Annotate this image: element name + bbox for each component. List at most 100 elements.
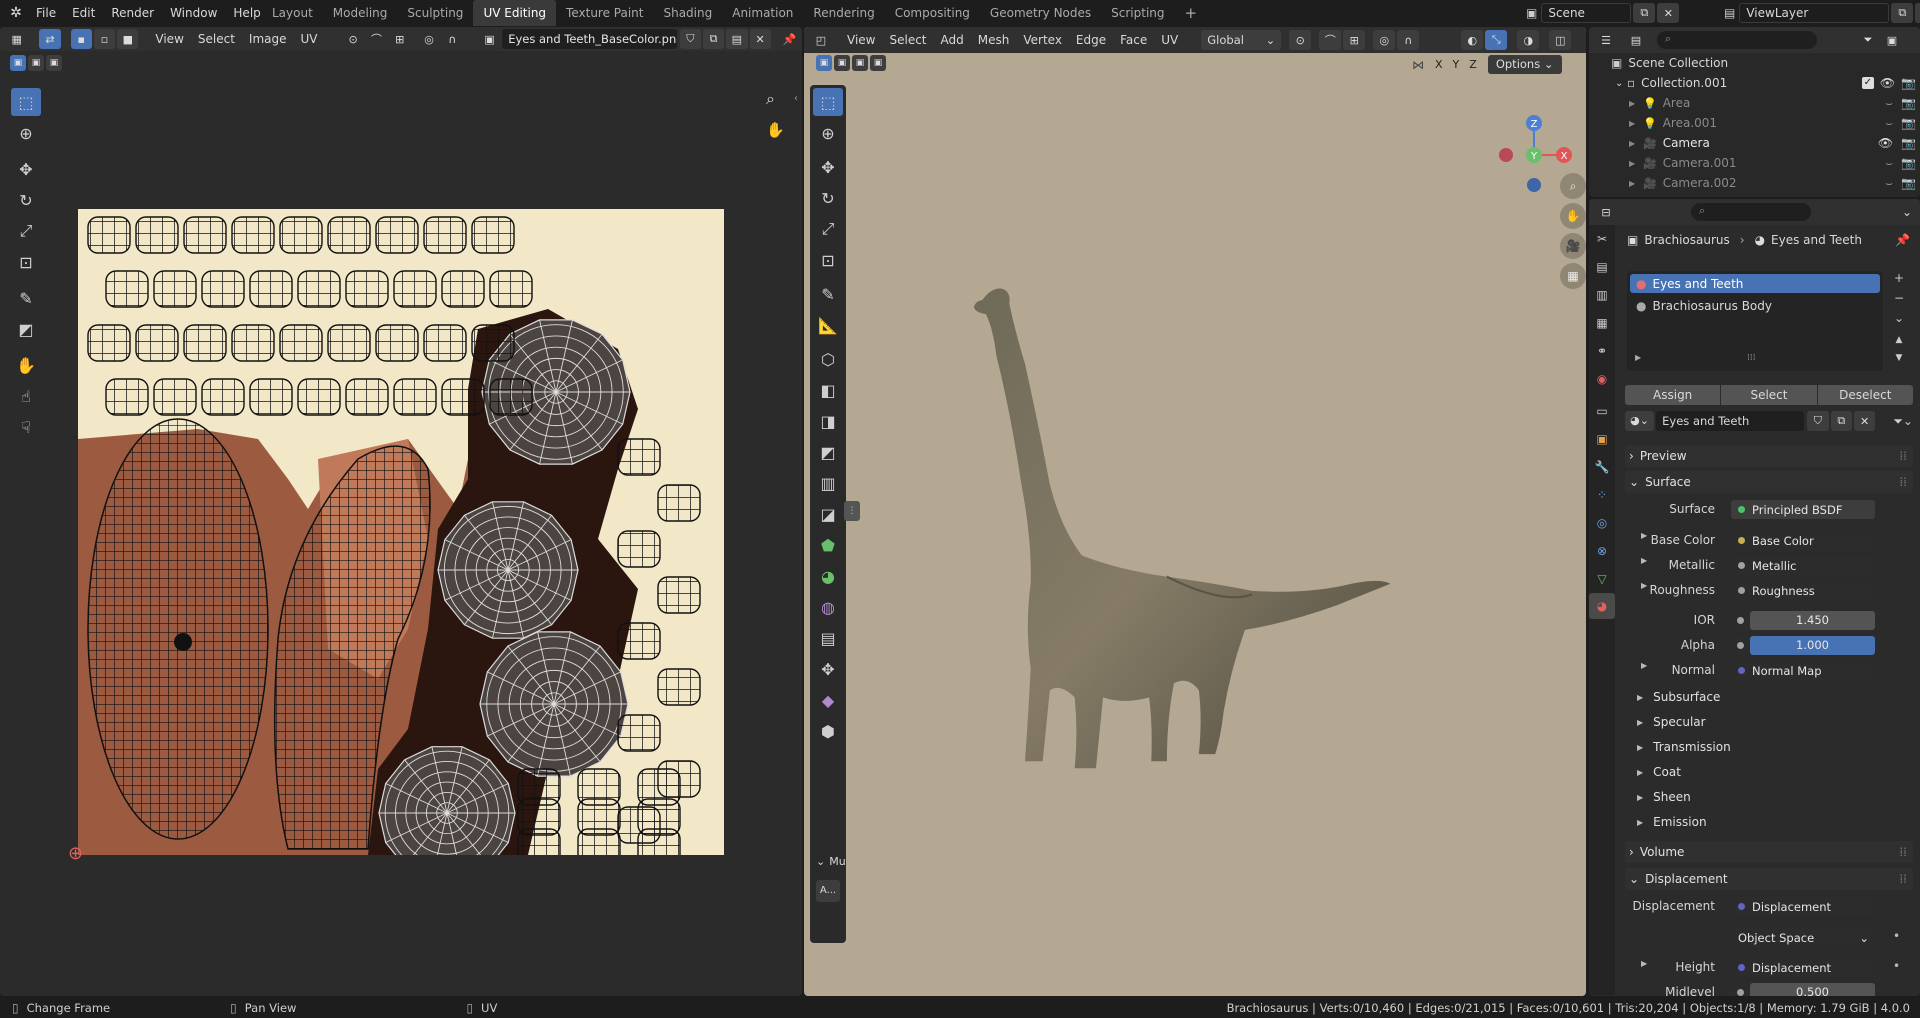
outliner-item[interactable]: ▶ 💡 Area.001 ⌣ 📷 xyxy=(1611,113,1916,133)
shear-icon[interactable]: ◆ xyxy=(813,686,843,714)
tab-geometry-nodes[interactable]: Geometry Nodes xyxy=(980,0,1101,26)
particles-tab-icon[interactable]: ⁘ xyxy=(1589,481,1615,509)
overlay-icon[interactable]: ◑ xyxy=(1517,30,1540,50)
select-box-new-icon[interactable]: ▣ xyxy=(10,55,26,71)
vertex-select-icon[interactable]: ▪ xyxy=(70,29,92,49)
pivot-icon[interactable]: ⊙ xyxy=(343,29,364,49)
tab-uv-editing[interactable]: UV Editing xyxy=(473,0,557,26)
select-box-icon[interactable]: ⬚ xyxy=(11,88,41,116)
inset-icon[interactable]: ◨ xyxy=(813,407,843,435)
height-field[interactable]: Displacement xyxy=(1731,958,1875,977)
vp-snap-target-icon[interactable]: ⊞ xyxy=(1343,30,1366,50)
tool-tab-icon[interactable]: ✂ xyxy=(1589,225,1615,253)
render-camera-icon[interactable]: 📷 xyxy=(1901,136,1916,150)
move-slot-down-icon[interactable]: ▼ xyxy=(1889,353,1909,371)
tab-rendering[interactable]: Rendering xyxy=(803,0,884,26)
pin-properties-icon[interactable]: 📌 xyxy=(1895,233,1910,247)
mirror-x-toggle[interactable]: X xyxy=(1430,58,1448,71)
output-tab-icon[interactable]: ▥ xyxy=(1589,281,1615,309)
collection-expand-icon[interactable]: ⌄ xyxy=(1615,78,1627,89)
rotate-icon[interactable]: ↻ xyxy=(11,186,41,214)
material-slots-list[interactable]: ● Eyes and Teeth ● Brachiosaurus Body ▶ … xyxy=(1627,271,1883,371)
uv-editor[interactable]: ▦ ⇄ ▪ ▫ ■ View Select Image UV ⊙ ⌒ ⊞ ◎ ∩… xyxy=(0,27,802,996)
material-slot-item[interactable]: ● Eyes and Teeth xyxy=(1630,274,1880,293)
subpanel-header[interactable]: ▶ Subsurface xyxy=(1637,687,1877,707)
render-tab-icon[interactable]: ▤ xyxy=(1589,253,1615,281)
tab-compositing[interactable]: Compositing xyxy=(885,0,980,26)
uv-menu-uv[interactable]: UV xyxy=(294,32,325,46)
view-layer-tab-icon[interactable]: ▦ xyxy=(1589,309,1615,337)
uv-sync-icon[interactable]: ⇄ xyxy=(39,29,61,49)
pinch-icon[interactable]: ☟ xyxy=(11,413,41,441)
relax-icon[interactable]: ☝ xyxy=(11,382,41,410)
world-tab-icon[interactable]: ◉ xyxy=(1589,365,1615,393)
annotate-icon[interactable]: ✎ xyxy=(11,284,41,312)
outliner[interactable]: ☰ ▤ ⌕ ⏷ ▣ ▣ Scene Collection ⌄ ▫ Collect… xyxy=(1589,27,1920,197)
material-fake-user-icon[interactable]: ⛉ xyxy=(1807,411,1829,431)
subpanel-header[interactable]: ▶ Sheen xyxy=(1637,787,1877,807)
uv-menu-select[interactable]: Select xyxy=(191,32,242,46)
image-name-field[interactable]: Eyes and Teeth_BaseColor.png xyxy=(502,29,677,49)
drag-handle-icon[interactable]: ⁞⁞ xyxy=(1899,845,1907,859)
node-link-icon[interactable]: ⏷⌄ xyxy=(1893,414,1913,429)
render-camera-icon[interactable]: 📷 xyxy=(1901,76,1916,90)
visibility-eye-icon[interactable]: ⌣ xyxy=(1885,116,1893,131)
displacement-panel-header[interactable]: ⌄ Displacement ⁞⁞ xyxy=(1625,868,1913,890)
spin-icon[interactable]: ◕ xyxy=(813,562,843,590)
render-camera-icon[interactable]: 📷 xyxy=(1901,176,1916,190)
fake-user-icon[interactable]: ⛉ xyxy=(679,29,701,49)
subpanel-header[interactable]: ▶ Transmission xyxy=(1637,737,1877,757)
volume-panel-header[interactable]: › Volume ⁞⁞ xyxy=(1625,841,1913,863)
add-cube-icon[interactable]: ⬡ xyxy=(813,345,843,373)
delete-view-layer-icon[interactable]: ✕ xyxy=(1915,3,1920,23)
collection-row[interactable]: ⌄ ▫ Collection.001 ✓ 👁 📷 xyxy=(1611,73,1916,93)
add-workspace-button[interactable]: + xyxy=(1175,0,1208,26)
tab-scripting[interactable]: Scripting xyxy=(1101,0,1174,26)
orientation-dropdown[interactable]: Global ⌄ xyxy=(1201,30,1282,50)
vp-select-box-icon[interactable]: ⬚ xyxy=(813,88,843,116)
poly-build-icon[interactable]: ⬟ xyxy=(813,531,843,559)
midlevel-field[interactable]: 0.500 xyxy=(1731,983,1875,996)
vp-menu-select[interactable]: Select xyxy=(882,33,933,47)
list-expand-icon[interactable]: ▶ xyxy=(1635,353,1641,362)
assign-button[interactable]: Assign xyxy=(1625,385,1721,405)
physics-tab-icon[interactable]: ◎ xyxy=(1589,509,1615,537)
delete-scene-icon[interactable]: ✕ xyxy=(1657,3,1680,23)
expand-arrow-icon[interactable]: ▶ xyxy=(1629,99,1643,108)
new-collection-icon[interactable]: ▣ xyxy=(1881,30,1903,50)
drag-handle-icon[interactable]: ⁞⁞ xyxy=(1899,475,1907,489)
outliner-item[interactable]: ▶ 💡 Area ⌣ 📷 xyxy=(1611,93,1916,113)
displacement-space-dot-icon[interactable]: • xyxy=(1893,929,1900,943)
zoom-icon[interactable]: ⌕ xyxy=(766,89,775,109)
expand-arrow-icon[interactable]: ▶ xyxy=(1629,179,1643,188)
alpha-slider[interactable]: 1.000 xyxy=(1750,636,1875,655)
vp-camera-icon[interactable]: 🎥 xyxy=(1560,233,1586,259)
outliner-item[interactable]: ▶ 🎥 Camera.002 ⌣ 📷 xyxy=(1611,173,1916,193)
image-browse-icon[interactable]: ▣ xyxy=(479,29,500,49)
properties-options-icon[interactable]: ⌄ xyxy=(1902,205,1912,219)
tab-shading[interactable]: Shading xyxy=(653,0,722,26)
vp-proportional-icon[interactable]: ◎ xyxy=(1373,30,1396,50)
visibility-eye-icon[interactable]: ⌣ xyxy=(1885,156,1893,171)
menu-render[interactable]: Render xyxy=(103,0,162,26)
visibility-eye-icon[interactable]: ⌣ xyxy=(1885,96,1893,111)
drag-handle-icon[interactable]: ⁞⁞ xyxy=(1899,872,1907,886)
render-camera-icon[interactable]: 📷 xyxy=(1901,156,1916,170)
face-select-icon[interactable]: ■ xyxy=(117,29,139,49)
open-image-icon[interactable]: ▤ xyxy=(726,29,748,49)
normal-field[interactable]: Normal Map xyxy=(1731,661,1875,680)
vp-menu-uv[interactable]: UV xyxy=(1154,33,1185,47)
smooth-icon[interactable]: ◍ xyxy=(813,593,843,621)
transform-icon[interactable]: ⊡ xyxy=(11,248,41,276)
gizmo-neg-x-handle[interactable] xyxy=(1499,148,1513,162)
scene-collection-row[interactable]: ▣ Scene Collection xyxy=(1611,53,1916,73)
vp-scale-icon[interactable]: ⤢ xyxy=(813,215,843,243)
height-dot-icon[interactable]: • xyxy=(1893,959,1900,973)
new-view-layer-icon[interactable]: ⧉ xyxy=(1891,3,1914,23)
vp-select-invert-icon[interactable]: ▣ xyxy=(870,55,886,71)
options-dropdown[interactable]: Options ⌄ xyxy=(1487,55,1562,74)
grab-icon[interactable]: ✋ xyxy=(11,351,41,379)
tab-animation[interactable]: Animation xyxy=(722,0,803,26)
vp-move-icon[interactable]: ✥ xyxy=(813,153,843,181)
vp-annotate-icon[interactable]: ✎ xyxy=(813,280,843,308)
